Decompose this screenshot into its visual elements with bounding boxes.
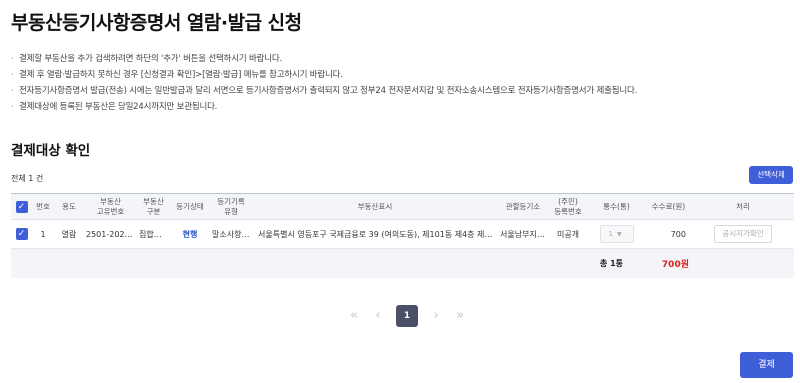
- first-page-icon[interactable]: «: [343, 305, 365, 327]
- pay-button[interactable]: 결제: [740, 352, 793, 378]
- summary-row: 총 1통 700원: [11, 249, 794, 278]
- pagination: « ‹ 1 › »: [342, 305, 472, 327]
- header-status: 등기상태: [176, 201, 204, 211]
- header-fee: 수수료(원): [651, 201, 686, 211]
- row-address: 서울특별시 영등포구 국제금융로 39 (여의도동), 제101동 제4층 제4…: [258, 229, 498, 239]
- notice-item: 전자등기사항증명서 발급(전송) 시에는 일반발급과 달리 서면으로 등기사항증…: [11, 83, 637, 99]
- row-proc-cell: 공시지가확인: [692, 225, 794, 243]
- notice-item: 결제 후 열람·발급하지 못하신 경우 [신청결과 확인]>[열람·발급] 메뉴…: [11, 67, 637, 83]
- header-gubun: 부동산 구분: [143, 196, 164, 216]
- select-all-checkbox[interactable]: ✓: [15, 200, 28, 213]
- row-office: 서울남부지방법원: [500, 229, 548, 239]
- row-reg-no: 미공개: [556, 229, 580, 239]
- current-page-button[interactable]: 1: [396, 305, 418, 327]
- summary-amount-cell: 700원: [631, 257, 711, 270]
- last-page-icon[interactable]: »: [449, 305, 471, 327]
- count-select[interactable]: 1 ▼: [599, 225, 634, 243]
- next-page-icon[interactable]: ›: [425, 305, 447, 327]
- row-record-type: 말소사항포함: [212, 229, 252, 239]
- row-status-link[interactable]: 현행: [170, 229, 210, 240]
- row-count-cell: 1 ▼: [588, 225, 645, 243]
- select-all-cell: ✓: [11, 200, 32, 213]
- row-fee: 700: [670, 229, 686, 239]
- page-title: 부동산등기사항증명서 열람·발급 신청: [11, 12, 302, 34]
- header-record-type: 등기기록 유형: [217, 196, 245, 216]
- prev-page-icon[interactable]: ‹: [367, 305, 389, 327]
- notice-list: 결제할 부동산을 추가 검색하려면 하단의 '추가' 버튼을 선택하시기 바랍니…: [11, 51, 637, 115]
- table-row: ✓ 1 열람 2501-2024-005041 집합건물 현행 말소사항포함 서…: [11, 220, 794, 249]
- row-checkbox[interactable]: ✓: [15, 228, 28, 240]
- header-proc: 처리: [736, 201, 750, 211]
- notice-item: 결제대상에 등록된 부동산은 당일24시까지만 보관됩니다.: [11, 99, 637, 115]
- land-price-check-button[interactable]: 공시지가확인: [714, 225, 772, 243]
- header-uid: 부동산 고유번호: [96, 196, 125, 216]
- row-gubun: 집합건물: [139, 229, 169, 239]
- header-reg-no: (주민) 등록번호: [554, 196, 582, 216]
- payment-table: ✓ 번호 용도 부동산 고유번호 부동산 구분 등기상태 등기기록 유형 부동산…: [11, 193, 794, 278]
- row-uid: 2501-2024-005041: [86, 229, 137, 239]
- summary-count: 총 1통: [599, 259, 623, 268]
- header-address: 부동산표시: [357, 201, 393, 211]
- row-no: 1: [40, 229, 46, 239]
- header-count: 통수(통): [603, 201, 630, 211]
- chevron-down-icon: ▼: [616, 231, 622, 238]
- notice-item: 결제할 부동산을 추가 검색하려면 하단의 '추가' 버튼을 선택하시기 바랍니…: [11, 51, 637, 67]
- count-value: 1: [608, 230, 613, 238]
- section-title: 결제대상 확인: [11, 143, 91, 159]
- row-use: 열람: [61, 229, 77, 239]
- summary-amount: 700원: [661, 260, 689, 270]
- summary-count-cell: 총 1통: [11, 258, 631, 269]
- table-header-row: ✓ 번호 용도 부동산 고유번호 부동산 구분 등기상태 등기기록 유형 부동산…: [11, 194, 794, 220]
- row-check-cell: ✓: [11, 228, 32, 240]
- total-count: 전체 1 건: [11, 174, 44, 183]
- header-office: 관할등기소: [505, 201, 541, 211]
- header-use: 용도: [62, 201, 76, 211]
- header-no: 번호: [36, 201, 50, 211]
- delete-selected-button[interactable]: 선택삭제: [749, 166, 793, 184]
